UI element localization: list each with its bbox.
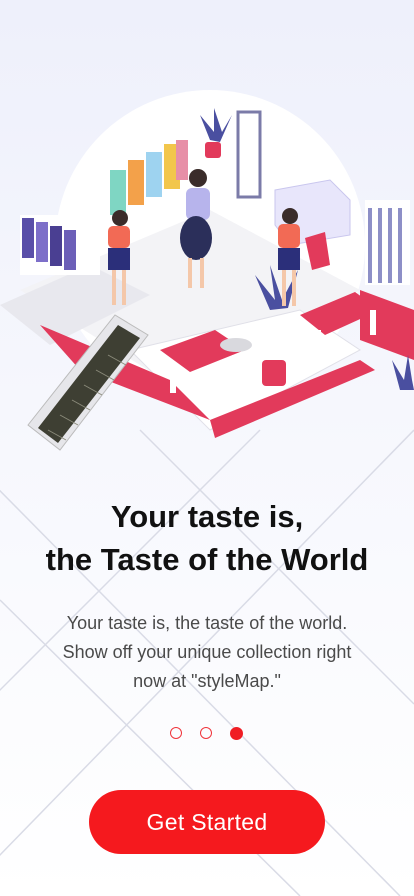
headline-line-1: Your taste is, <box>110 499 304 534</box>
shopping-mall-illustration <box>0 90 414 451</box>
headline-line-2: the Taste of the World <box>45 542 369 577</box>
get-started-button[interactable]: Get Started <box>89 790 325 854</box>
page-indicator <box>0 727 414 743</box>
page-dot-1[interactable] <box>170 727 182 739</box>
page-dot-2[interactable] <box>200 727 212 739</box>
description-line-2: Show off your unique collection right <box>62 642 352 662</box>
page-dot-3-active[interactable] <box>230 727 243 740</box>
description-line-1: Your taste is, the taste of the world. <box>66 613 348 633</box>
description-line-3: now at "styleMap." <box>133 671 281 691</box>
